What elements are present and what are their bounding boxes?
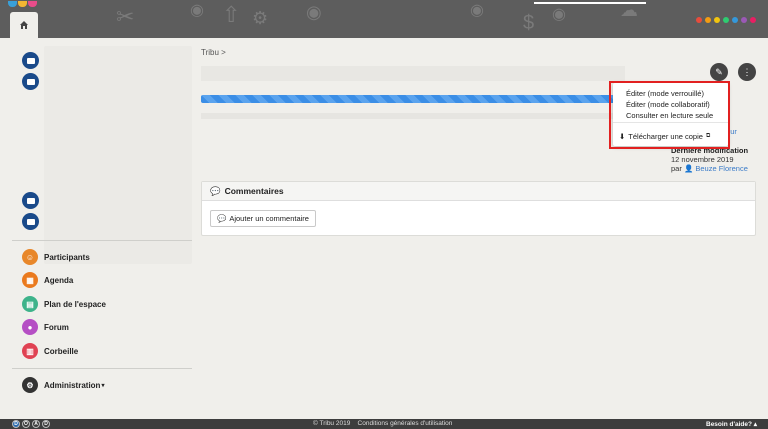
- sidebar-item-label: Corbeille: [44, 346, 79, 356]
- folder-icon[interactable]: [22, 52, 39, 69]
- add-comment-label: Ajouter un commentaire: [229, 214, 309, 223]
- add-comment-button[interactable]: 💬 Ajouter un commentaire: [210, 210, 316, 227]
- calendar-icon: ▦: [22, 272, 38, 288]
- accent-dot-7: [750, 17, 756, 23]
- sidebar-divider: [12, 368, 192, 369]
- help-label: Besoin d'aide?: [706, 421, 752, 428]
- vertical-dots-icon: ⋮: [742, 66, 752, 77]
- home-icon: [20, 21, 28, 29]
- home-tab[interactable]: [10, 12, 38, 38]
- accent-dot-2: [705, 17, 711, 23]
- comment-icon: 💬: [217, 214, 227, 223]
- user-icon: ◉: [470, 2, 484, 19]
- accent-dots: [696, 17, 756, 23]
- sidebar-divider: [12, 240, 192, 241]
- accent-dot-1: [696, 17, 702, 23]
- sidebar-item-forum[interactable]: ● Forum: [22, 319, 69, 335]
- sidebar-panel: [44, 46, 192, 264]
- folder-icon[interactable]: [22, 192, 39, 209]
- badge: A: [32, 420, 40, 428]
- progress-bar: [201, 95, 625, 103]
- comments-panel: 💬 Commentaires 💬 Ajouter un commentaire: [201, 181, 756, 236]
- app-footer: D O A D © Tribu 2019 Conditions générale…: [0, 419, 768, 429]
- badge: D: [12, 420, 20, 428]
- caret-up-icon: ▴: [753, 421, 758, 428]
- progress-fill: [201, 95, 625, 103]
- document-title: [201, 66, 625, 81]
- sidebar-item-administration[interactable]: ⚙ Administration ▾: [22, 377, 104, 393]
- sitemap-icon: ▤: [22, 296, 38, 312]
- pencil-icon: ✎: [715, 66, 723, 77]
- user-icon: 👤: [683, 164, 694, 173]
- author-name-link[interactable]: Beuze Florence: [695, 164, 748, 173]
- header-line: [534, 2, 646, 4]
- sidebar-item-agenda[interactable]: ▦ Agenda: [22, 272, 73, 288]
- menu-highlight-frame: [609, 81, 730, 149]
- sidebar-item-plan[interactable]: ▤ Plan de l'espace: [22, 296, 106, 312]
- comments-icon: 💬: [210, 185, 221, 196]
- accent-dot-3: [714, 17, 720, 23]
- dollar-icon: $: [523, 12, 535, 34]
- more-options-button[interactable]: ⋮: [738, 63, 756, 81]
- by-label: par: [671, 164, 682, 173]
- participants-icon: ☺: [22, 249, 38, 265]
- badge: O: [22, 420, 30, 428]
- badge: D: [42, 420, 50, 428]
- doad-badges[interactable]: D O A D: [12, 420, 50, 428]
- user-icon: ◉: [552, 6, 566, 23]
- sidebar-item-label: Forum: [44, 322, 69, 332]
- copyright: © Tribu 2019: [313, 420, 351, 427]
- help-link[interactable]: Besoin d'aide? ▴: [706, 420, 757, 428]
- comments-title: Commentaires: [224, 186, 284, 196]
- trash-icon: ▥: [22, 343, 38, 359]
- accent-dot-6: [741, 17, 747, 23]
- terms-link[interactable]: Conditions générales d'utilisation: [358, 420, 453, 427]
- caret-down-icon: ▾: [101, 382, 105, 389]
- footer-links: © Tribu 2019 Conditions générales d'util…: [313, 420, 452, 427]
- accent-dot-5: [732, 17, 738, 23]
- breadcrumb[interactable]: Tribu >: [201, 48, 226, 57]
- folder-icon[interactable]: [22, 213, 39, 230]
- sidebar-item-label: Administration: [44, 380, 101, 390]
- sidebar-item-label: Agenda: [44, 275, 74, 285]
- accent-dot-4: [723, 17, 729, 23]
- last-modified-date: 12 novembre 2019: [671, 155, 734, 164]
- edit-button[interactable]: ✎: [710, 63, 728, 81]
- scissors-icon: ✂: [116, 4, 135, 29]
- comments-header: 💬 Commentaires: [202, 182, 755, 201]
- modified-by: par 👤 Beuze Florence: [671, 164, 748, 173]
- document-subtitle: [201, 113, 625, 119]
- sidebar-item-label: Participants: [44, 252, 90, 262]
- forum-icon: ●: [22, 319, 38, 335]
- gear-icon: ⚙: [22, 377, 38, 393]
- sidebar-item-participants[interactable]: ☺ Participants: [22, 249, 90, 265]
- gear-icon: ⚙: [252, 8, 269, 28]
- sidebar-item-label: Plan de l'espace: [44, 299, 106, 309]
- user-icon: ◉: [306, 2, 322, 22]
- user-icon: ◉: [190, 2, 204, 19]
- open-folder-icon[interactable]: [22, 73, 39, 90]
- arrow-up-icon: ⇧: [222, 2, 241, 27]
- app-logo[interactable]: [8, 0, 48, 7]
- sidebar-item-corbeille[interactable]: ▥ Corbeille: [22, 343, 78, 359]
- left-sidebar: ☺ Participants ▦ Agenda ▤ Plan de l'espa…: [0, 38, 200, 419]
- app-header: ✂ ◉ ⇧ ⚙ ◉ ◉ $ ◉ ☁: [0, 0, 768, 38]
